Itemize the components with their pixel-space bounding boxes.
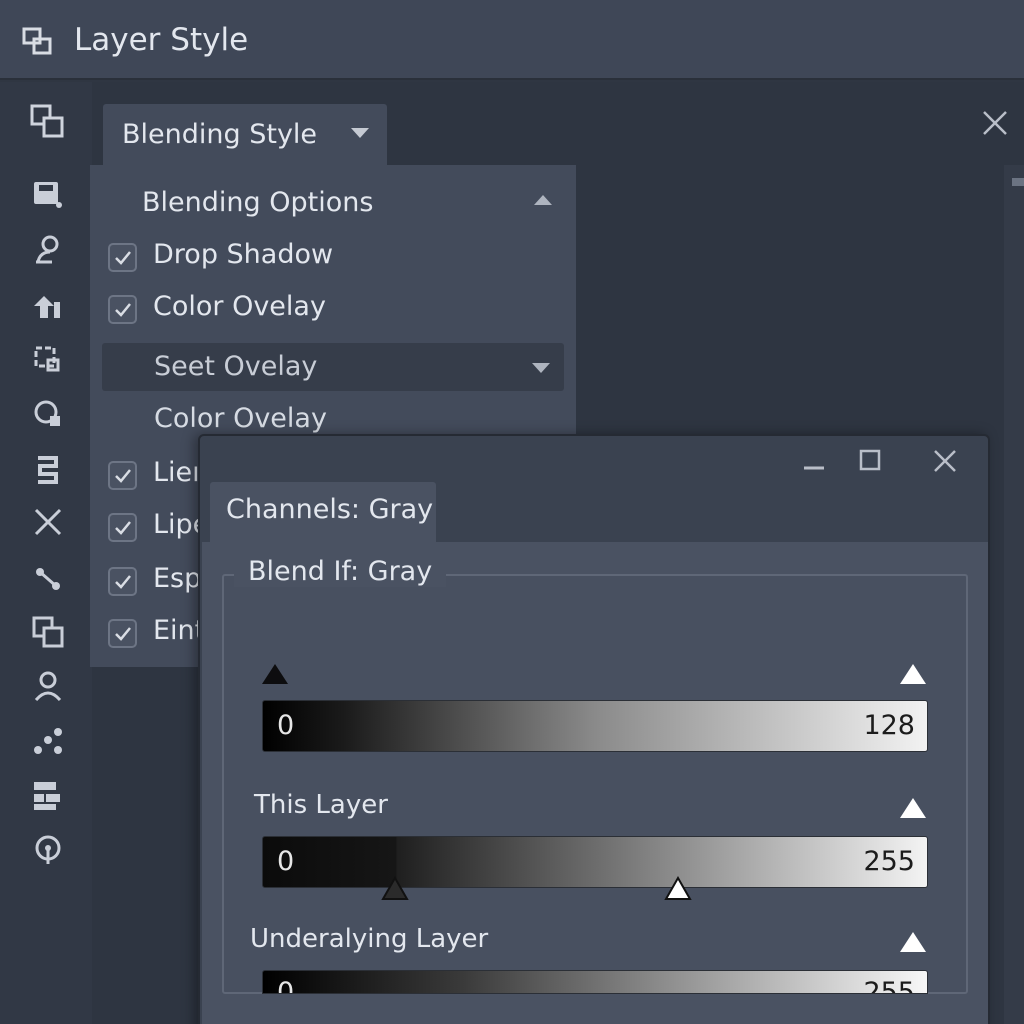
blend-if-label: Blend If: Gray <box>234 556 447 587</box>
frame-icon[interactable] <box>28 340 68 380</box>
window-title: Layer Style <box>74 22 249 58</box>
globe-icon[interactable] <box>28 394 68 434</box>
minimize-icon[interactable] <box>800 446 830 476</box>
transform-icon[interactable] <box>28 450 68 490</box>
chevron-down-icon <box>532 363 550 373</box>
blending-options-header[interactable]: Blending Options <box>142 187 373 218</box>
this-layer-white-slider[interactable] <box>663 876 693 902</box>
overlay-select[interactable]: Seet Ovelay <box>102 343 564 391</box>
close-icon[interactable] <box>930 446 960 476</box>
blend-if-group: Blend If: Gray 0 128 This Layer 0 255 Un… <box>222 556 968 994</box>
option-checkbox[interactable] <box>108 567 137 596</box>
person-icon[interactable] <box>28 666 68 706</box>
option-color-overlay[interactable]: Color Ovelay <box>108 289 568 329</box>
collapse-up-icon[interactable] <box>534 195 552 205</box>
drop-shadow-checkbox[interactable] <box>108 243 137 272</box>
title-bar: Layer Style <box>0 0 1024 80</box>
color-overlay-option[interactable]: Color Ovelay <box>154 403 327 434</box>
option-label: Lieı <box>153 457 200 488</box>
close-cross-icon[interactable] <box>28 502 68 542</box>
search-user-icon[interactable] <box>28 230 68 270</box>
option-label: Esp <box>153 563 202 594</box>
underlying-layer-label: Underalying Layer <box>250 924 489 954</box>
channels-body: Blend If: Gray 0 128 This Layer 0 255 Un… <box>202 542 988 1024</box>
blending-style-label: Blending Style <box>122 119 318 150</box>
underlying-gradient-bar[interactable]: 0 255 <box>262 970 928 994</box>
blending-style-dropdown[interactable]: Blending Style <box>103 104 387 168</box>
nodes-icon[interactable] <box>28 722 68 762</box>
link-icon[interactable] <box>28 558 68 598</box>
close-icon[interactable] <box>980 108 1010 138</box>
upload-icon[interactable] <box>28 286 68 326</box>
option-label: Drop Shadow <box>153 239 334 270</box>
gray-black-marker[interactable] <box>262 664 288 684</box>
right-scroll-thumb[interactable] <box>1012 178 1024 186</box>
layer-panel-icon[interactable] <box>28 102 68 142</box>
underlying-white-marker[interactable] <box>900 932 926 952</box>
gray-gradient-bar[interactable]: 0 128 <box>262 700 928 752</box>
channels-tab-label: Channels: Gray <box>226 494 434 525</box>
chevron-down-icon <box>351 128 369 138</box>
underlying-min-value: 0 <box>277 977 295 994</box>
this-layer-label: This Layer <box>254 790 388 820</box>
layer-style-icon <box>22 27 52 55</box>
gray-white-marker[interactable] <box>900 664 926 684</box>
option-checkbox[interactable] <box>108 513 137 542</box>
tab-channels-gray[interactable]: Channels: Gray <box>210 482 436 544</box>
color-overlay-checkbox[interactable] <box>108 295 137 324</box>
this-layer-black-slider[interactable] <box>380 876 410 902</box>
option-checkbox[interactable] <box>108 461 137 490</box>
channels-dialog: Blend If: Gray 0 128 This Layer 0 255 Un… <box>198 434 990 1024</box>
this-layer-gradient-bar[interactable]: 0 255 <box>262 836 928 888</box>
this-layer-max-value: 255 <box>863 846 915 877</box>
option-drop-shadow[interactable]: Drop Shadow <box>108 237 568 277</box>
duplicate-icon[interactable] <box>28 612 68 652</box>
tool-sidebar <box>0 82 92 1024</box>
location-icon[interactable] <box>28 830 68 870</box>
this-layer-white-marker[interactable] <box>900 798 926 818</box>
overlay-select-value: Seet Ovelay <box>154 351 318 382</box>
gray-max-value: 128 <box>863 710 915 741</box>
maximize-icon[interactable] <box>856 446 886 476</box>
gray-min-value: 0 <box>277 710 295 741</box>
option-checkbox[interactable] <box>108 619 137 648</box>
option-label: Color Ovelay <box>153 291 326 322</box>
grid-icon[interactable] <box>28 776 68 816</box>
underlying-max-value: 255 <box>863 977 915 994</box>
this-layer-min-value: 0 <box>277 846 295 877</box>
right-scroll-track[interactable] <box>1004 165 1024 1024</box>
save-icon[interactable] <box>28 174 68 214</box>
